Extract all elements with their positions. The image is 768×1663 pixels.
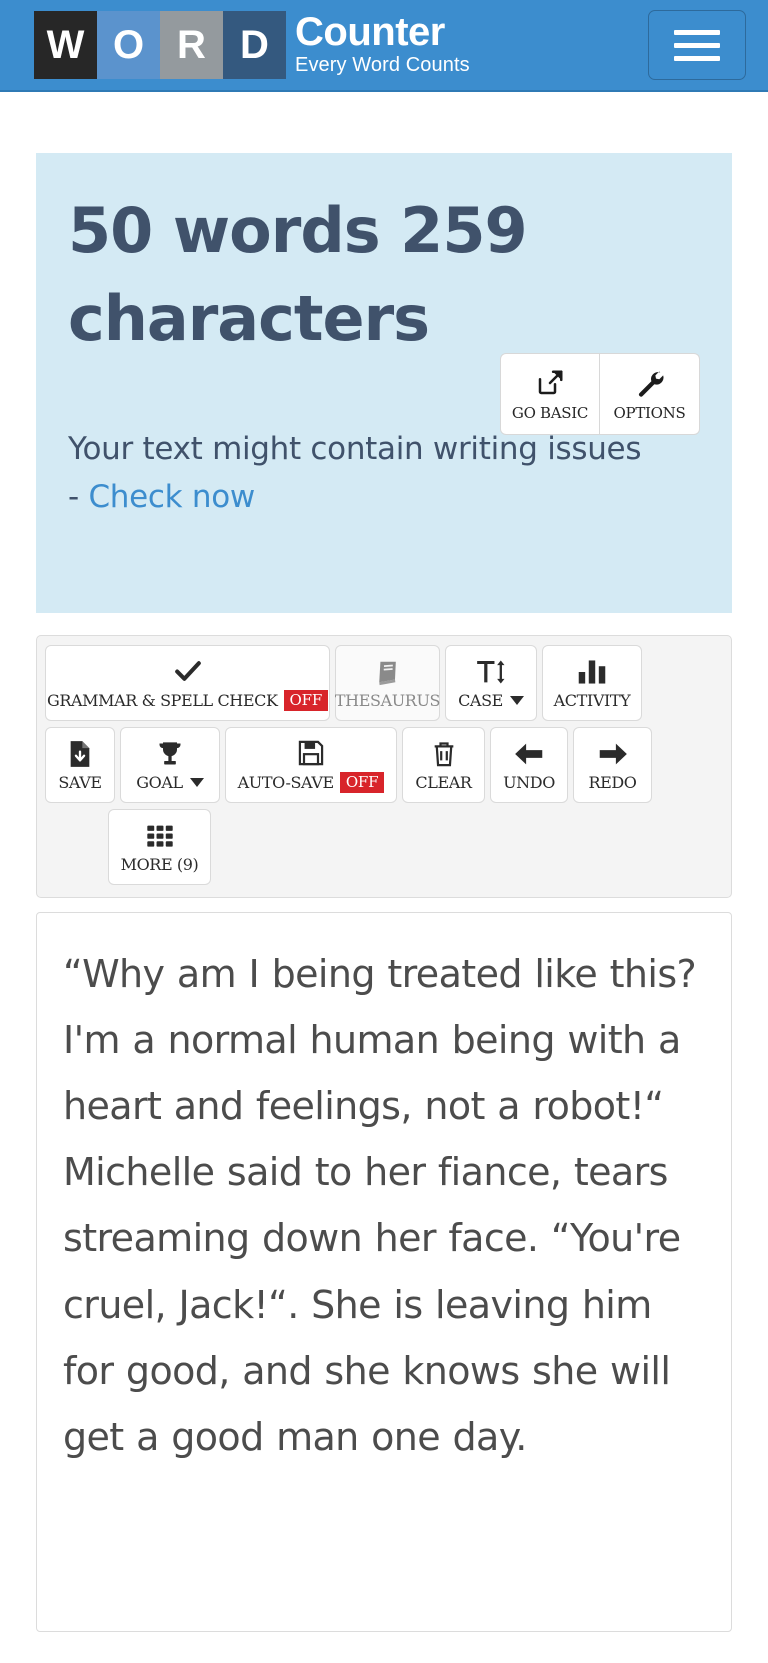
trophy-icon [156, 738, 184, 770]
more-options-label: MORE (9) [120, 854, 199, 874]
toolbar-row-2: SAVE GOAL AUTO-SAVE OFF CLEAR UNDO REDO [45, 727, 723, 803]
toolbar-row-3: MORE (9) [45, 809, 723, 885]
text-size-icon [476, 656, 506, 688]
activity-label: ACTIVITY [553, 690, 631, 710]
wrench-icon [635, 366, 665, 400]
go-basic-label: GO BASIC [511, 404, 589, 422]
logo-tile-o: O [97, 11, 160, 79]
editor-text-content[interactable]: “Why am I being treated like this? I'm a… [63, 941, 705, 1470]
logo-tile-r: R [160, 11, 223, 79]
text-editor-area[interactable]: “Why am I being treated like this? I'm a… [36, 912, 732, 1632]
brand-name: Counter [295, 10, 445, 55]
grammar-off-badge: OFF [283, 689, 329, 711]
options-label: OPTIONS [613, 404, 686, 422]
grammar-spell-check-button[interactable]: GRAMMAR & SPELL CHECK OFF [45, 645, 330, 721]
undo-label: UNDO [503, 772, 555, 792]
arrow-left-icon [514, 738, 544, 770]
brand-logo[interactable]: W O R D Counter Every Word Counts [34, 11, 470, 79]
grammar-spell-check-label: GRAMMAR & SPELL CHECK [46, 690, 278, 710]
goal-label: GOAL [136, 772, 183, 792]
auto-save-off-badge: OFF [339, 771, 385, 793]
logo-tile-d: D [223, 11, 286, 79]
logo-tile-w: W [34, 11, 97, 79]
logo-tiles: W O R D [34, 11, 286, 79]
thesaurus-label: THESAURUS [334, 690, 441, 710]
case-label-wrap: CASE [458, 691, 524, 710]
brand-wordmark: Counter Every Word Counts [295, 10, 470, 76]
site-header: W O R D Counter Every Word Counts [0, 0, 768, 92]
issues-dash: - [68, 479, 79, 516]
floppy-disk-icon [297, 737, 325, 769]
check-now-link[interactable]: Check now [88, 479, 255, 515]
clear-label: CLEAR [415, 772, 472, 792]
chevron-down-icon [189, 777, 204, 787]
save-label: SAVE [58, 772, 102, 792]
options-button[interactable]: OPTIONS [600, 353, 700, 435]
save-button[interactable]: SAVE [45, 727, 115, 803]
activity-button[interactable]: ACTIVITY [542, 645, 642, 721]
brand-tagline: Every Word Counts [295, 53, 470, 76]
book-icon [374, 656, 402, 688]
grid-icon [145, 820, 175, 852]
auto-save-label: AUTO-SAVE [237, 772, 335, 792]
check-icon [173, 655, 203, 687]
case-button[interactable]: CASE [445, 645, 537, 721]
goal-label-wrap: GOAL [136, 772, 204, 792]
menu-bar-2 [674, 42, 720, 48]
bar-chart-icon [577, 656, 607, 688]
editor-toolbar: GRAMMAR & SPELL CHECK OFF THESAURUS CASE… [36, 635, 732, 898]
auto-save-button[interactable]: AUTO-SAVE OFF [225, 727, 397, 803]
clear-button[interactable]: CLEAR [402, 727, 485, 803]
external-link-icon [535, 366, 565, 400]
hamburger-menu-icon[interactable] [648, 10, 746, 80]
redo-button[interactable]: REDO [573, 727, 652, 803]
chevron-down-icon [509, 695, 524, 705]
go-basic-button[interactable]: GO BASIC [500, 353, 600, 435]
goal-button[interactable]: GOAL [120, 727, 220, 803]
menu-bar-3 [674, 55, 720, 61]
trash-icon [431, 738, 457, 770]
page-wrap: 50 words 259 characters GO BASIC OPTIONS… [0, 153, 768, 1632]
arrow-right-icon [598, 738, 628, 770]
stats-button-group: GO BASIC OPTIONS [500, 353, 700, 435]
menu-bar-1 [674, 29, 720, 35]
writing-issues-text: Your text might contain writing issues [68, 431, 642, 468]
grammar-spell-check-label-wrap: GRAMMAR & SPELL CHECK OFF [46, 689, 329, 711]
thesaurus-button[interactable]: THESAURUS [334, 645, 441, 721]
auto-save-label-wrap: AUTO-SAVE OFF [237, 771, 385, 793]
writing-issues-notice: Your text might contain writing issues -… [68, 425, 700, 521]
undo-button[interactable]: UNDO [490, 727, 568, 803]
word-character-count-heading: 50 words 259 characters [68, 194, 528, 356]
toolbar-row-1: GRAMMAR & SPELL CHECK OFF THESAURUS CASE… [45, 645, 723, 721]
stats-panel: 50 words 259 characters GO BASIC OPTIONS… [36, 153, 732, 613]
file-download-icon [66, 738, 94, 770]
more-options-button[interactable]: MORE (9) [108, 809, 211, 885]
redo-label: REDO [588, 772, 637, 792]
case-label: CASE [458, 690, 503, 710]
